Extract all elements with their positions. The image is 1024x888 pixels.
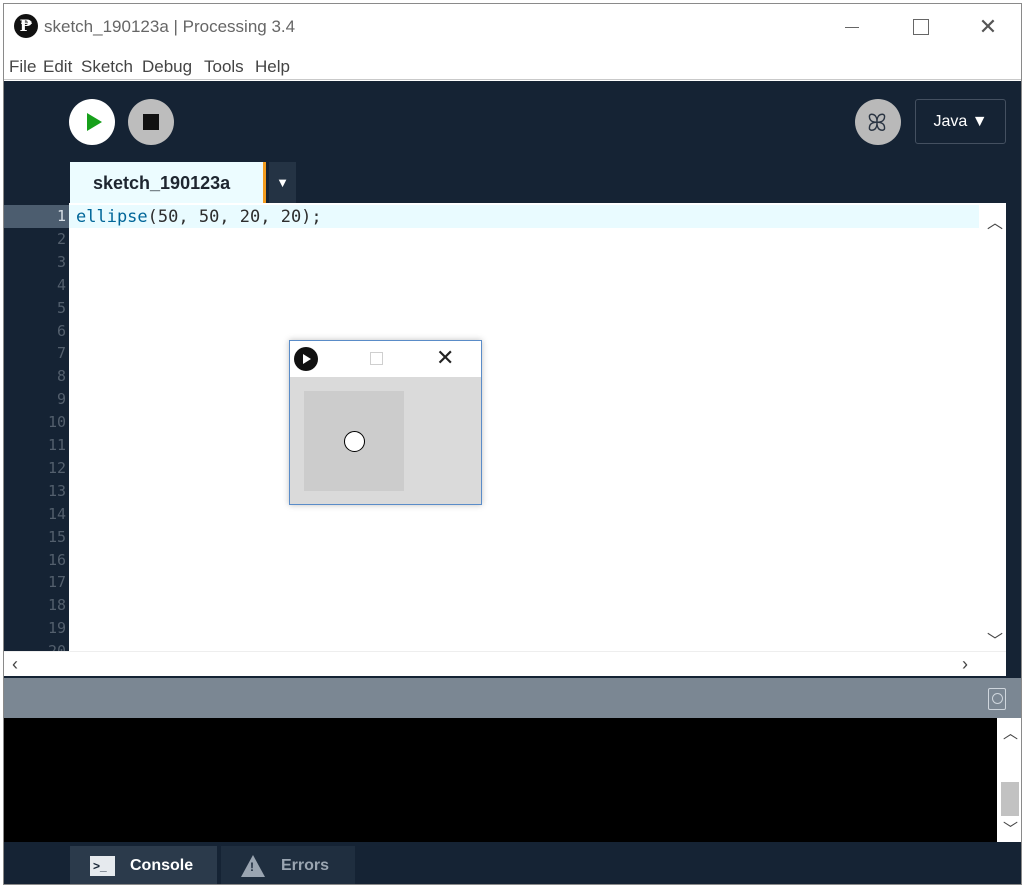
warning-icon: ! [241,855,265,877]
editor-vertical-scrollbar[interactable]: ︿ ﹀ [982,203,1006,651]
menu-bar: File Edit Sketch Debug Tools Help [4,50,1021,80]
sketch-app-icon [294,347,318,371]
console-scrollbar[interactable]: ︿ ﹀ [997,718,1021,842]
menu-help[interactable]: Help [255,57,290,77]
line-number: 13 [47,481,66,500]
debug-icon: ꕤ [867,109,887,137]
minimize-button[interactable] [829,10,875,44]
line-number: 2 [56,229,66,248]
ide-main: ꕤ Java ▼ sketch_190123a ▼ 1 2 3 4 5 6 7 8 9 10 11 1… [4,81,1021,884]
scroll-right-icon[interactable]: › [962,654,968,675]
code-function: ellipse [76,207,148,227]
sketch-close-button[interactable]: ✕ [436,345,454,371]
line-number: 8 [56,367,66,386]
title-bar: ₱ sketch_190123a | Processing 3.4 ✕ [4,4,1021,50]
line-number: 19 [47,619,66,638]
menu-tools[interactable]: Tools [204,57,244,77]
stop-button[interactable] [128,99,174,145]
line-number-gutter: 1234567891011121314151617181920 [4,203,69,651]
scroll-down-icon[interactable]: ﹀ [987,627,1003,651]
errors-tab-label: Errors [281,857,330,874]
sketch-title-bar: ✕ [290,341,481,377]
code-editor[interactable]: 1234567891011121314151617181920 ellipse(… [4,203,1006,651]
code-args: (50, 50, 20, 20); [147,207,322,227]
line-number: 6 [56,321,66,340]
code-line-1[interactable]: ellipse(50, 50, 20, 20); [76,207,322,227]
tab-console[interactable]: >_ Console [70,846,217,884]
scroll-left-icon[interactable]: ‹ [12,654,18,675]
menu-sketch[interactable]: Sketch [81,57,133,77]
menu-debug[interactable]: Debug [142,57,192,77]
line-number: 1 [56,207,66,225]
drawn-ellipse [344,431,365,452]
run-button[interactable] [69,99,115,145]
line-number: 4 [56,275,66,294]
console-header [4,678,1021,718]
console-icon: >_ [90,856,115,876]
line-number: 5 [56,298,66,317]
debug-button[interactable]: ꕤ [855,99,901,145]
tab-errors[interactable]: ! Errors [221,846,355,884]
processing-window: ₱ sketch_190123a | Processing 3.4 ✕ File… [3,3,1022,885]
mode-selector[interactable]: Java ▼ [915,99,1006,144]
line-number: 11 [47,436,66,454]
sketch-canvas[interactable] [304,391,404,491]
console-scroll-up-icon[interactable]: ︿ [1003,722,1018,743]
line-number: 20 [26,642,66,651]
editor-horizontal-scrollbar[interactable]: ‹ › [4,651,1006,676]
line-number: 15 [47,527,66,546]
window-title: sketch_190123a | Processing 3.4 [44,17,296,36]
processing-logo-icon: ₱ [14,14,38,38]
scroll-up-icon[interactable]: ︿ [987,209,1003,233]
console-tab-label: Console [130,857,194,874]
tab-menu-button[interactable]: ▼ [269,162,296,204]
line-number: 12 [47,458,66,477]
bottom-tab-bar: >_ Console ! Errors [4,842,1021,884]
line-number: 17 [47,573,66,592]
line-number: 10 [47,413,66,432]
console-output[interactable] [4,718,997,842]
menu-file[interactable]: File [9,57,36,77]
line-number: 9 [56,390,66,409]
console-scroll-down-icon[interactable]: ﹀ [1003,818,1018,839]
sketch-output-window[interactable]: ✕ [289,340,482,505]
line-number: 16 [47,550,66,569]
line-number: 14 [47,504,66,523]
menu-edit[interactable]: Edit [43,57,72,77]
close-button[interactable]: ✕ [965,10,1011,44]
line-number: 18 [47,596,66,615]
tab-label: sketch_190123a [93,173,231,193]
tab-sketch[interactable]: sketch_190123a [70,162,266,204]
console-scroll-thumb[interactable] [1001,782,1019,816]
sketch-maximize-button[interactable] [370,352,383,365]
line-number: 3 [56,252,66,271]
maximize-button[interactable] [897,10,943,44]
copy-icon[interactable] [988,688,1006,710]
line-number: 7 [56,344,66,363]
